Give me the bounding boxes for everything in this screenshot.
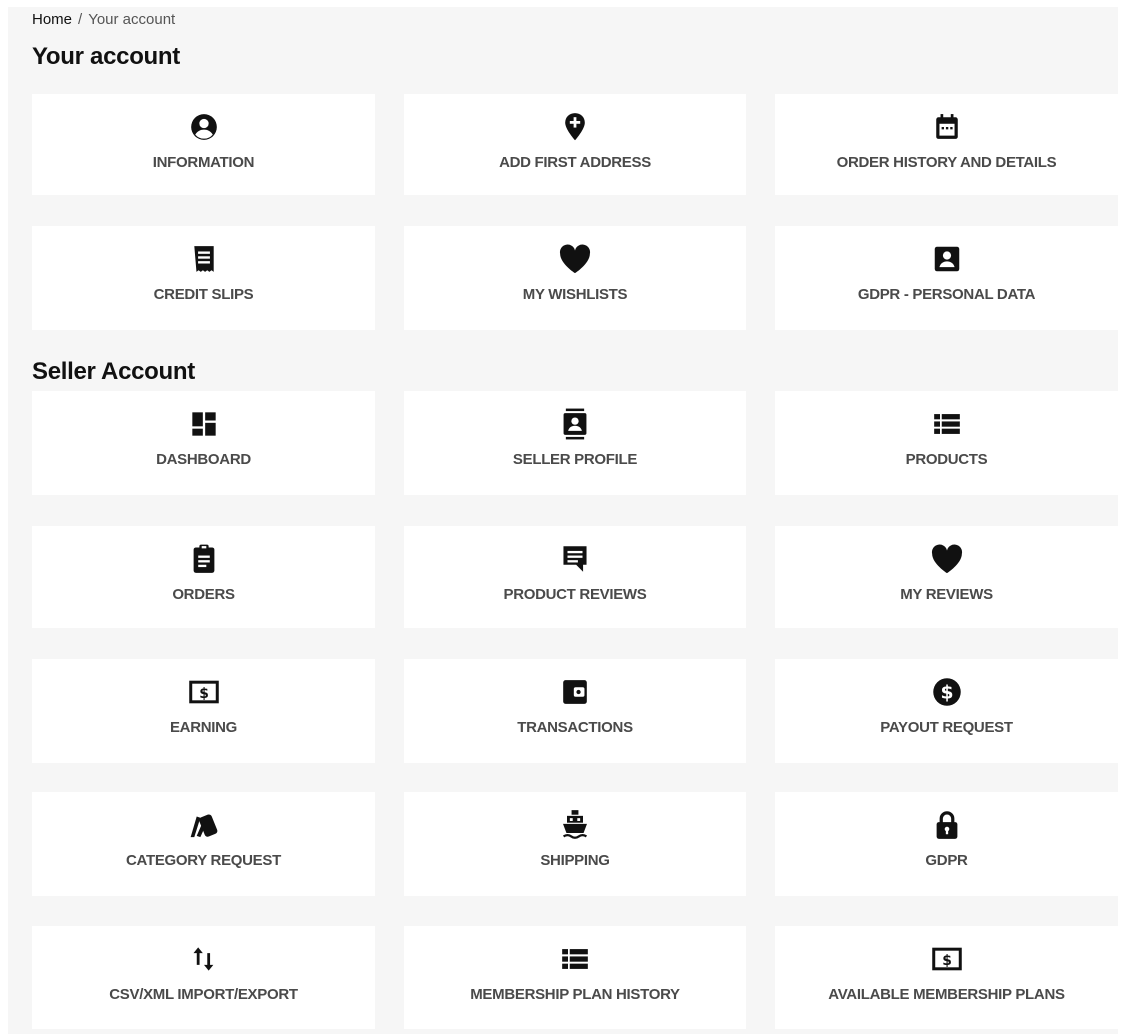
tile-label: MEMBERSHIP PLAN HISTORY xyxy=(470,986,680,1003)
money-icon: $ xyxy=(927,942,967,976)
svg-text:$: $ xyxy=(942,953,952,969)
tile-payout-request[interactable]: $ PAYOUT REQUEST xyxy=(775,659,1118,763)
list-icon xyxy=(927,407,967,441)
tile-label: PRODUCT REVIEWS xyxy=(503,586,647,603)
tile-label: CSV/XML IMPORT/EXPORT xyxy=(109,986,298,1003)
contact-book-icon xyxy=(555,407,595,441)
tile-earning[interactable]: $ EARNING xyxy=(32,659,375,763)
tile-product-reviews[interactable]: PRODUCT REVIEWS xyxy=(404,526,746,628)
tile-products[interactable]: PRODUCTS xyxy=(775,391,1118,495)
tile-label: DASHBOARD xyxy=(156,451,251,468)
comment-icon xyxy=(555,542,595,576)
tile-csv-xml-import-export[interactable]: CSV/XML IMPORT/EXPORT xyxy=(32,926,375,1029)
seller-tiles-grid: DASHBOARD SELLER PROFILE PRODUCTS ORDERS PRO… xyxy=(8,7,1118,1034)
clipboard-icon xyxy=(184,542,224,576)
tile-available-membership-plans[interactable]: $ AVAILABLE MEMBERSHIP PLANS xyxy=(775,926,1118,1029)
tile-label: PAYOUT REQUEST xyxy=(880,719,1013,736)
account-page: Home / Your account Your account INFORMATI… xyxy=(8,7,1118,1034)
svg-text:$: $ xyxy=(199,686,209,702)
tile-category-request[interactable]: CATEGORY REQUEST xyxy=(32,792,375,896)
tile-label: GDPR xyxy=(925,852,968,869)
svg-text:$: $ xyxy=(940,683,953,704)
import-export-icon xyxy=(184,942,224,976)
dollar-circle-icon: $ xyxy=(927,675,967,709)
tile-label: ORDERS xyxy=(172,586,235,603)
tile-my-reviews[interactable]: MY REVIEWS xyxy=(775,526,1118,628)
swatch-icon xyxy=(184,808,224,842)
tile-label: TRANSACTIONS xyxy=(517,719,633,736)
tile-dashboard[interactable]: DASHBOARD xyxy=(32,391,375,495)
ship-icon xyxy=(555,808,595,842)
tile-label: EARNING xyxy=(169,719,238,736)
tile-seller-profile[interactable]: SELLER PROFILE xyxy=(404,391,746,495)
tile-label: CATEGORY REQUEST xyxy=(126,852,281,869)
heart-icon xyxy=(927,542,967,576)
wallet-icon xyxy=(555,675,595,709)
tile-membership-plan-history[interactable]: MEMBERSHIP PLAN HISTORY xyxy=(404,926,746,1029)
money-icon: $ xyxy=(184,675,224,709)
tile-shipping[interactable]: SHIPPING xyxy=(404,792,746,896)
tile-gdpr[interactable]: GDPR xyxy=(775,792,1118,896)
tile-label: AVAILABLE MEMBERSHIP PLANS xyxy=(828,986,1065,1003)
tile-label: PRODUCTS xyxy=(905,451,988,468)
tile-label: MY REVIEWS xyxy=(900,586,993,603)
dashboard-icon xyxy=(184,407,224,441)
list-icon xyxy=(555,942,595,976)
tile-orders[interactable]: ORDERS xyxy=(32,526,375,628)
tile-transactions[interactable]: TRANSACTIONS xyxy=(404,659,746,763)
tile-label: SHIPPING xyxy=(540,852,610,869)
lock-icon xyxy=(927,808,967,842)
tile-label: SELLER PROFILE xyxy=(512,451,638,468)
